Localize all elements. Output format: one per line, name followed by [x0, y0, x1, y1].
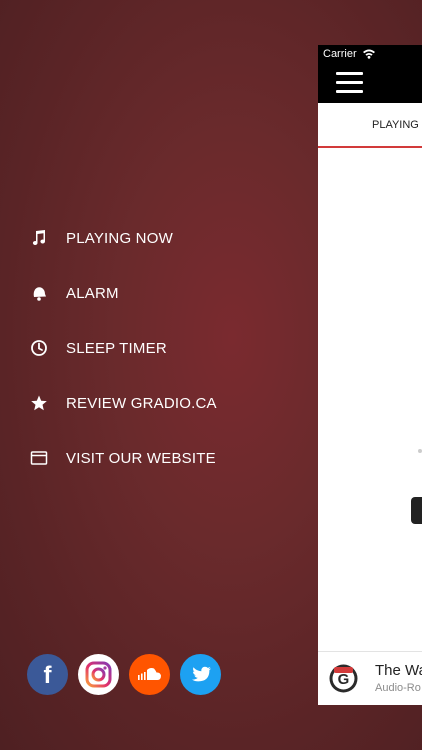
facebook-icon: f: [44, 662, 53, 689]
soundcloud-icon: [138, 668, 161, 680]
side-menu: PLAYING NOW ALARM SLEEP TIMER REVIEW GRA…: [0, 0, 318, 750]
svg-text:f: f: [44, 662, 53, 689]
menu-item-label: ALARM: [66, 284, 119, 302]
twitter-button[interactable]: [180, 654, 221, 695]
tab-bar: PLAYING: [318, 103, 422, 148]
now-playing-subtitle: Audio-Ro: [375, 682, 421, 694]
browser-window-icon: [28, 447, 50, 469]
wifi-icon: [362, 47, 376, 65]
menu-item-sleep-timer[interactable]: SLEEP TIMER: [28, 333, 167, 363]
instagram-button[interactable]: [78, 654, 119, 695]
svg-text:G: G: [338, 671, 350, 688]
content-element: [411, 497, 422, 524]
twitter-icon: [192, 666, 211, 682]
soundcloud-button[interactable]: [129, 654, 170, 695]
menu-item-label: SLEEP TIMER: [66, 339, 167, 357]
instagram-icon: [85, 661, 112, 688]
menu-item-alarm[interactable]: ALARM: [28, 278, 118, 308]
facebook-button[interactable]: f: [27, 654, 68, 695]
menu-item-playing-now[interactable]: PLAYING NOW: [28, 223, 173, 253]
menu-item-label: REVIEW GRADIO.CA: [66, 394, 217, 412]
mini-player[interactable]: G The Wa Audio-Ro: [318, 651, 422, 705]
music-note-icon: [28, 227, 50, 249]
tab-playing[interactable]: PLAYING: [372, 119, 419, 131]
menu-item-website[interactable]: VISIT OUR WEBSITE: [28, 443, 216, 473]
content-element: [418, 449, 422, 453]
now-playing-title: The Wa: [375, 662, 422, 679]
clock-icon: [28, 337, 50, 359]
social-links: f: [27, 654, 221, 695]
star-icon: [28, 392, 50, 414]
app-preview-panel[interactable]: Carrier PLAYING G The Wa Audio-Ro: [318, 45, 422, 705]
station-logo-icon: G: [328, 663, 359, 694]
hamburger-menu-icon[interactable]: [336, 72, 363, 93]
carrier-label: Carrier: [323, 48, 357, 60]
menu-item-review[interactable]: REVIEW GRADIO.CA: [28, 388, 217, 418]
menu-item-label: VISIT OUR WEBSITE: [66, 449, 216, 467]
alarm-bell-icon: [28, 282, 50, 304]
top-bar: Carrier: [318, 45, 422, 103]
menu-item-label: PLAYING NOW: [66, 229, 173, 247]
